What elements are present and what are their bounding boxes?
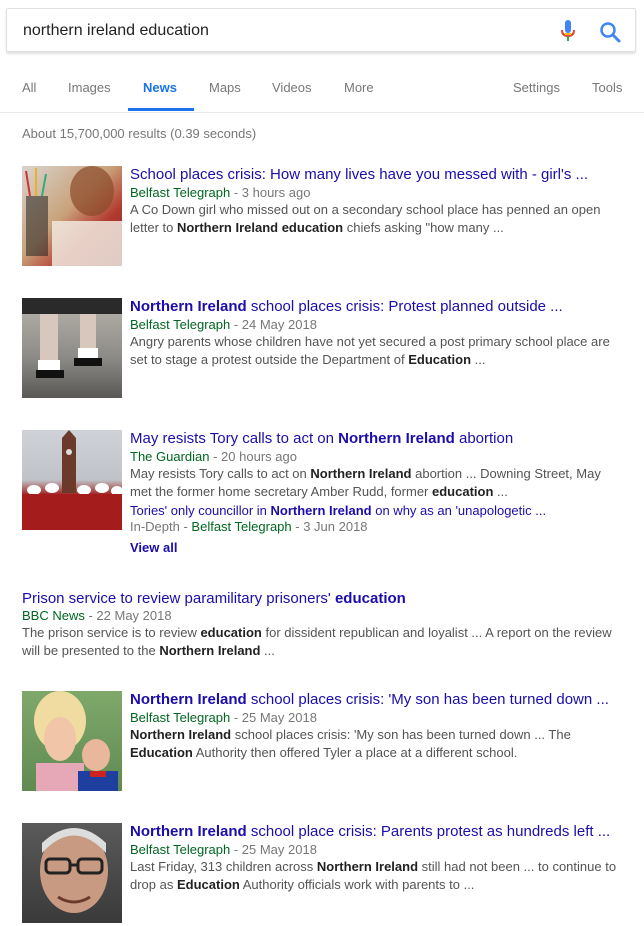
result-title[interactable]: Northern Ireland school places crisis: '…: [130, 691, 609, 708]
result-title[interactable]: School places crisis: How many lives hav…: [130, 166, 588, 183]
active-tab-indicator: [128, 108, 194, 111]
search-icon[interactable]: [599, 21, 621, 43]
result-thumbnail[interactable]: [22, 823, 122, 923]
result-source: The Guardian - 20 hours ago: [130, 449, 297, 464]
result-snippet: A Co Down girl who missed out on a secon…: [130, 202, 601, 235]
result-source: Belfast Telegraph - 25 May 2018: [130, 710, 317, 725]
result-source: Belfast Telegraph - 24 May 2018: [130, 317, 317, 332]
result-thumbnail[interactable]: [22, 166, 122, 266]
result-title[interactable]: May resists Tory calls to act on Norther…: [130, 430, 513, 447]
result-snippet: Last Friday, 313 children across Norther…: [130, 859, 617, 892]
search-box[interactable]: northern ireland education: [6, 8, 636, 52]
tab-images[interactable]: Images: [68, 80, 111, 95]
result-title[interactable]: Northern Ireland school places crisis: P…: [130, 298, 563, 315]
tab-settings[interactable]: Settings: [513, 80, 560, 95]
tab-maps[interactable]: Maps: [209, 80, 241, 95]
related-story-source: In-Depth - Belfast Telegraph - 3 Jun 201…: [130, 519, 368, 534]
result-thumbnail[interactable]: [22, 691, 122, 791]
result-source: Belfast Telegraph - 3 hours ago: [130, 185, 311, 200]
result-thumbnail[interactable]: [22, 430, 122, 530]
result-source: Belfast Telegraph - 25 May 2018: [130, 842, 317, 857]
tab-videos[interactable]: Videos: [272, 80, 312, 95]
result-snippet: Angry parents whose children have not ye…: [130, 334, 610, 367]
tab-all[interactable]: All: [22, 80, 36, 95]
result-thumbnail[interactable]: [22, 298, 122, 398]
result-snippet: May resists Tory calls to act on Norther…: [130, 466, 601, 499]
result-stats: About 15,700,000 results (0.39 seconds): [22, 126, 257, 141]
related-story-title[interactable]: Tories' only councillor in Northern Irel…: [130, 503, 546, 518]
result-snippet: Northern Ireland school places crisis: '…: [130, 727, 571, 760]
tab-more[interactable]: More: [344, 80, 374, 95]
tab-tools[interactable]: Tools: [592, 80, 622, 95]
result-title[interactable]: Prison service to review paramilitary pr…: [22, 590, 406, 607]
result-snippet: The prison service is to review educatio…: [22, 625, 612, 658]
tab-news[interactable]: News: [143, 80, 177, 95]
result-source: BBC News - 22 May 2018: [22, 608, 172, 623]
search-tabs: All Images News Maps Videos More Setting…: [0, 60, 644, 113]
microphone-icon[interactable]: [561, 20, 575, 42]
result-title[interactable]: Northern Ireland school place crisis: Pa…: [130, 823, 610, 840]
view-all-link[interactable]: View all: [130, 540, 177, 555]
search-input[interactable]: northern ireland education: [23, 22, 209, 40]
